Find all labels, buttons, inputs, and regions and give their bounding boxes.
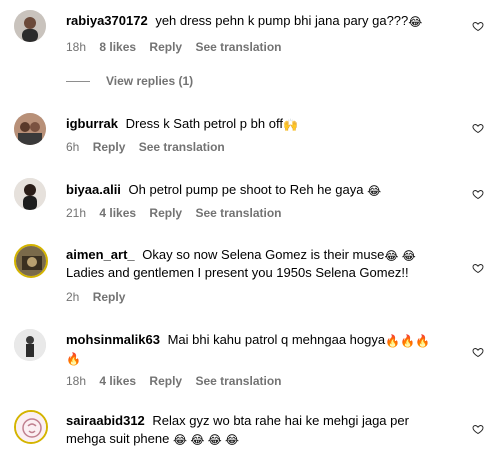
comment-text: Okay so now Selena Gomez is their muse (142, 247, 385, 262)
comment-time: 2h (66, 290, 80, 304)
comment-text: Mai bhi kahu patrol q mehngaa hogya (167, 332, 386, 347)
avatar[interactable] (14, 410, 48, 444)
comment-time: 6h (66, 140, 80, 154)
reply-button[interactable]: Reply (93, 290, 126, 304)
laughing-emoji: 😂 (367, 184, 382, 198)
reply-button[interactable]: Reply (149, 374, 182, 388)
reply-button[interactable]: Reply (149, 40, 182, 54)
heart-icon[interactable] (472, 346, 484, 358)
fire-emoji: 🔥🔥🔥 (385, 334, 430, 348)
heart-icon[interactable] (472, 20, 484, 32)
raised-hands-emoji: 🙌 (282, 118, 298, 132)
comment-username[interactable]: aimen_art_ (66, 247, 135, 262)
see-translation-button[interactable]: See translation (195, 374, 281, 388)
comment-text: Oh petrol pump pe shoot to Reh he gaya (128, 182, 364, 197)
comment-username[interactable]: biyaa.alii (66, 182, 121, 197)
comment-username[interactable]: sairaabid312 (66, 413, 145, 428)
avatar[interactable] (14, 329, 46, 361)
avatar[interactable] (14, 113, 46, 145)
comment-text-line2: Ladies and gentlemen I present you 1950s… (66, 265, 409, 280)
comment-text: Relax gyz wo bta rahe hai ke mehgi jaga … (152, 413, 409, 428)
heart-icon[interactable] (472, 188, 484, 200)
comment-username[interactable]: igburrak (66, 116, 118, 131)
likes-count[interactable]: 4 likes (99, 374, 136, 388)
divider (66, 81, 90, 83)
avatar[interactable] (14, 178, 46, 210)
avatar[interactable] (14, 244, 48, 278)
view-replies-button[interactable]: View replies (1) (66, 74, 193, 88)
comment-time: 18h (66, 40, 87, 54)
laughing-emoji: 😂 😂 (384, 249, 416, 263)
see-translation-button[interactable]: See translation (195, 206, 281, 220)
comment-text-line2: mehga suit phene (66, 431, 170, 446)
comment-text: Dress k Sath petrol p bh off (125, 116, 283, 131)
heart-icon[interactable] (472, 262, 484, 274)
heart-icon[interactable] (472, 423, 484, 435)
reply-button[interactable]: Reply (93, 140, 126, 154)
reply-button[interactable]: Reply (149, 206, 182, 220)
avatar[interactable] (14, 10, 46, 42)
heart-icon[interactable] (472, 122, 484, 134)
comment-username[interactable]: rabiya370172 (66, 13, 148, 28)
likes-count[interactable]: 8 likes (99, 40, 136, 54)
likes-count[interactable]: 4 likes (99, 206, 136, 220)
laughing-emoji: 😂 😂 😂 😂 (172, 433, 240, 447)
comment-time: 18h (66, 374, 87, 388)
comment-time: 21h (66, 206, 87, 220)
comment-text: yeh dress pehn k pump bhi jana pary ga??… (155, 13, 409, 28)
comment-username[interactable]: mohsinmalik63 (66, 332, 160, 347)
laughing-emoji: 😂 (408, 15, 423, 29)
fire-emoji: 🔥 (66, 352, 81, 366)
see-translation-button[interactable]: See translation (139, 140, 225, 154)
see-translation-button[interactable]: See translation (195, 40, 281, 54)
